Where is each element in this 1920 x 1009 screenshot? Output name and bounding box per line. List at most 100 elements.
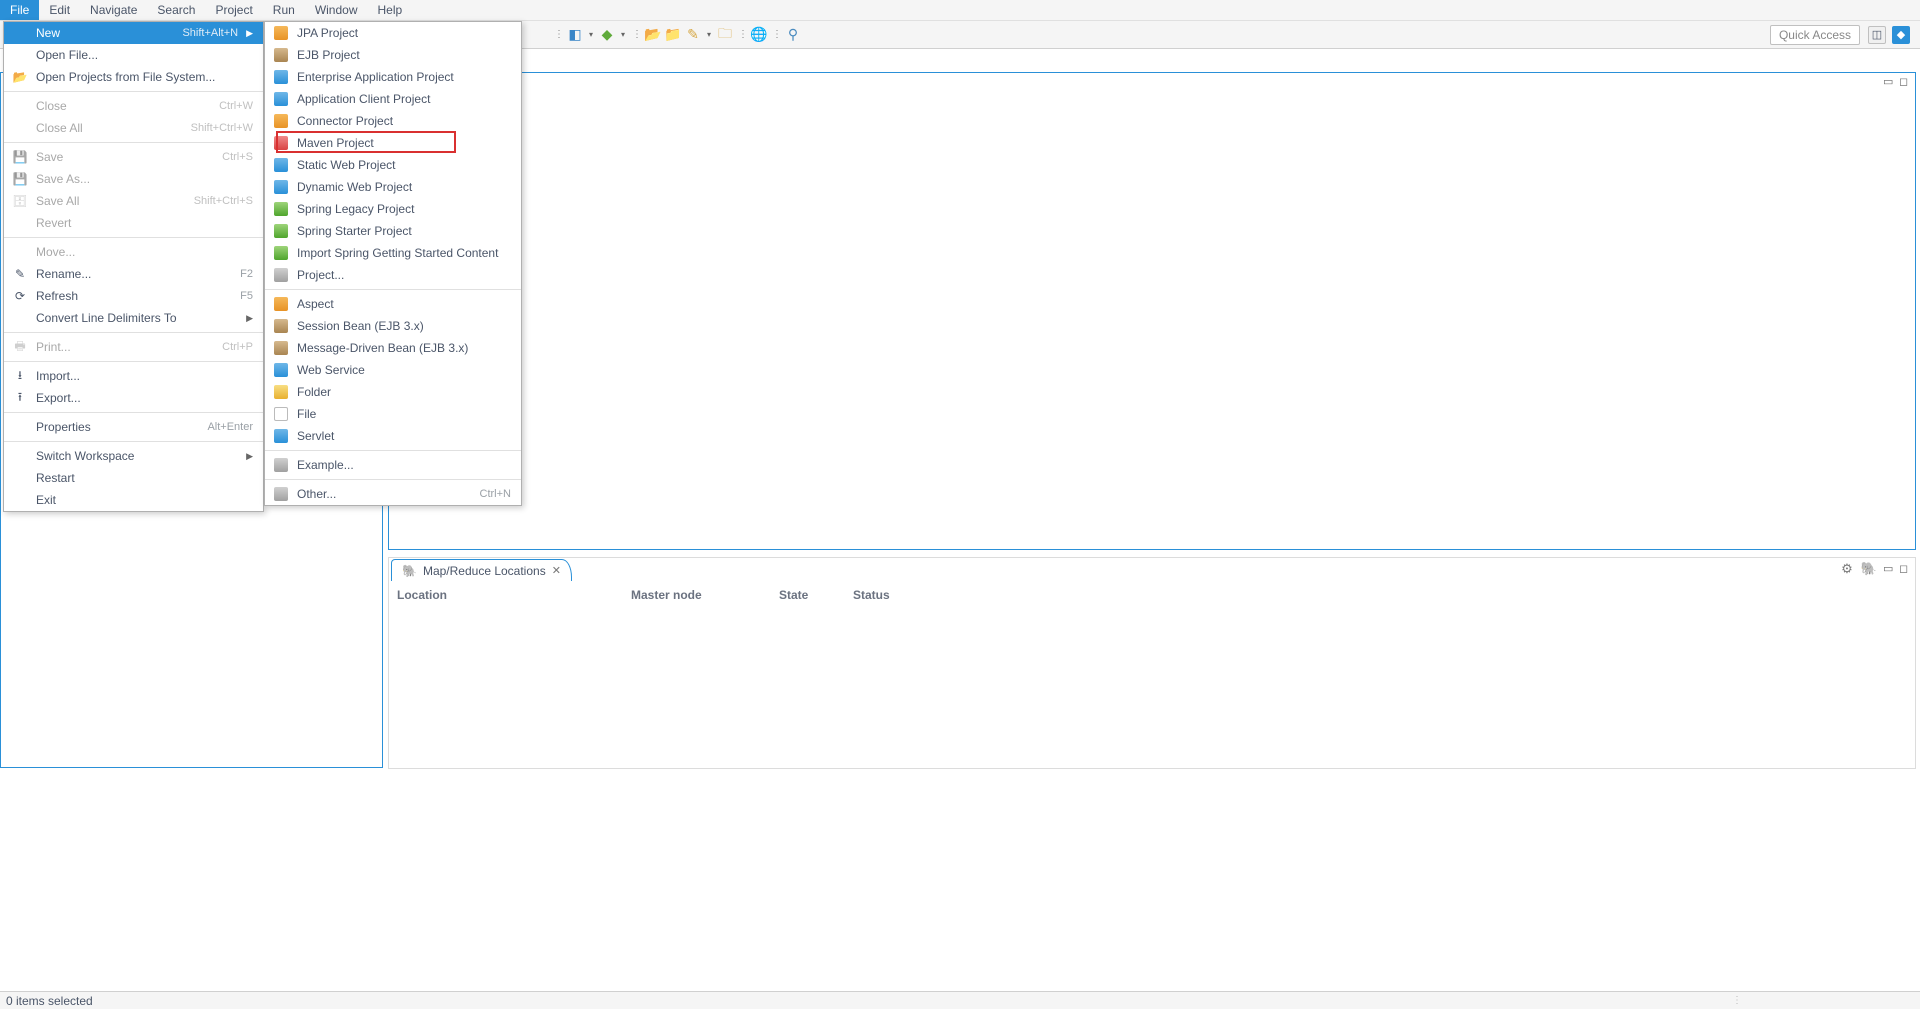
menu-item-switch-workspace[interactable]: Switch Workspace▶	[4, 445, 263, 467]
menu-item-close: CloseCtrl+W	[4, 95, 263, 117]
perspective-mapreduce-button[interactable]: ◆	[1892, 26, 1910, 44]
menu-item-maven-project[interactable]: Maven Project	[265, 132, 521, 154]
maximize-icon[interactable]: ◻	[1899, 564, 1909, 574]
project-type-icon	[273, 47, 289, 63]
menu-item-jpa-project[interactable]: JPA Project	[265, 22, 521, 44]
menu-item-label: Open File...	[36, 48, 253, 62]
perspective-button[interactable]: ◫	[1868, 26, 1886, 44]
menu-item-spring-starter-project[interactable]: Spring Starter Project	[265, 220, 521, 242]
menu-item-label: Save	[36, 150, 214, 164]
menu-item-dynamic-web-project[interactable]: Dynamic Web Project	[265, 176, 521, 198]
gear-icon[interactable]: ⚙	[1839, 561, 1855, 577]
menu-item-refresh[interactable]: ⟳RefreshF5	[4, 285, 263, 307]
dropdown-caret-icon[interactable]: ▾	[586, 30, 596, 39]
search-icon[interactable]: ⚲	[784, 26, 802, 44]
menu-item-message-driven-bean-ejb-3-x[interactable]: Message-Driven Bean (EJB 3.x)	[265, 337, 521, 359]
menu-item-other[interactable]: Other...Ctrl+N	[265, 483, 521, 505]
menu-separator	[265, 450, 521, 451]
menu-item-aspect[interactable]: Aspect	[265, 293, 521, 315]
menu-item-exit[interactable]: Exit	[4, 489, 263, 511]
blank-icon	[12, 310, 28, 326]
menu-item-application-client-project[interactable]: Application Client Project	[265, 88, 521, 110]
minimize-icon[interactable]: ▭	[1883, 564, 1893, 574]
dropdown-caret-icon[interactable]: ▾	[704, 30, 714, 39]
menu-item-label: Enterprise Application Project	[297, 70, 511, 84]
blank-icon	[12, 470, 28, 486]
dropdown-caret-icon[interactable]: ▾	[618, 30, 628, 39]
menu-item-label: Web Service	[297, 363, 511, 377]
menubar-item-navigate[interactable]: Navigate	[80, 0, 147, 20]
open-folder-icon[interactable]: 🗀	[716, 26, 734, 44]
menubar-item-run[interactable]: Run	[263, 0, 305, 20]
menubar-item-file[interactable]: File	[0, 0, 39, 20]
close-tab-icon[interactable]: ✕	[552, 564, 561, 577]
menu-item-revert: Revert	[4, 212, 263, 234]
maximize-icon[interactable]: ◻	[1899, 77, 1909, 87]
menu-item-label: Spring Starter Project	[297, 224, 511, 238]
menu-item-web-service[interactable]: Web Service	[265, 359, 521, 381]
menu-item-label: Import...	[36, 369, 253, 383]
menu-item-label: Switch Workspace	[36, 449, 238, 463]
column-master-node[interactable]: Master node	[631, 586, 779, 604]
tab-label: Map/Reduce Locations	[423, 564, 546, 578]
menu-item-properties[interactable]: PropertiesAlt+Enter	[4, 416, 263, 438]
menu-item-open-projects-from-file-system[interactable]: 📂 Open Projects from File System...	[4, 66, 263, 88]
project-type-icon	[273, 25, 289, 41]
menu-item-rename[interactable]: ✎Rename...F2	[4, 263, 263, 285]
globe-icon[interactable]: 🌐	[750, 26, 768, 44]
menubar-item-project[interactable]: Project	[205, 0, 262, 20]
menu-item-label: Rename...	[36, 267, 232, 281]
print-icon: 🖶	[12, 339, 28, 355]
menu-item-convert-line-delimiters-to[interactable]: Convert Line Delimiters To▶	[4, 307, 263, 329]
menu-item-example[interactable]: Example...	[265, 454, 521, 476]
menu-item-restart[interactable]: Restart	[4, 467, 263, 489]
column-status[interactable]: Status	[853, 586, 1907, 604]
menu-item-import-spring-getting-started-content[interactable]: Import Spring Getting Started Content	[265, 242, 521, 264]
folder-icon: 📂	[12, 69, 28, 85]
menu-item-folder[interactable]: Folder	[265, 381, 521, 403]
menubar-item-edit[interactable]: Edit	[39, 0, 80, 20]
menu-item-label: Exit	[36, 493, 253, 507]
tab-mapreduce-locations[interactable]: 🐘 Map/Reduce Locations ✕	[391, 559, 572, 581]
package-explorer-icon[interactable]: ◧	[566, 26, 584, 44]
menu-item-export[interactable]: ⭱Export...	[4, 387, 263, 409]
project-type-icon	[273, 113, 289, 129]
menu-item-ejb-project[interactable]: EJB Project	[265, 44, 521, 66]
column-location[interactable]: Location	[397, 586, 631, 604]
column-state[interactable]: State	[779, 586, 853, 604]
menu-item-servlet[interactable]: Servlet	[265, 425, 521, 447]
project-type-icon	[273, 296, 289, 312]
menu-shortcut: Ctrl+P	[222, 341, 253, 353]
wand-icon[interactable]: ✎	[684, 26, 702, 44]
menubar-item-search[interactable]: Search	[147, 0, 205, 20]
elephant-icon: 🐘	[402, 564, 417, 578]
project-type-icon	[273, 362, 289, 378]
toolbar-grip-icon: ⋮	[770, 29, 782, 40]
menu-item-session-bean-ejb-3-x[interactable]: Session Bean (EJB 3.x)	[265, 315, 521, 337]
menu-item-open-file[interactable]: Open File...	[4, 44, 263, 66]
menu-item-label: Open Projects from File System...	[36, 70, 253, 84]
menu-item-spring-legacy-project[interactable]: Spring Legacy Project	[265, 198, 521, 220]
menu-item-label: Spring Legacy Project	[297, 202, 511, 216]
menubar-item-help[interactable]: Help	[368, 0, 413, 20]
new-submenu-dropdown: JPA ProjectEJB Project Enterprise Applica…	[264, 21, 522, 506]
project-type-icon	[273, 457, 289, 473]
open-folder-icon[interactable]: 📂	[644, 26, 662, 44]
menu-item-import[interactable]: ⭳Import...	[4, 365, 263, 387]
menu-item-new[interactable]: NewShift+Alt+N▶	[4, 22, 263, 44]
menu-item-enterprise-application-project[interactable]: Enterprise Application Project	[265, 66, 521, 88]
menu-item-static-web-project[interactable]: Static Web Project	[265, 154, 521, 176]
open-folder-icon[interactable]: 📁	[664, 26, 682, 44]
menu-item-label: Maven Project	[297, 136, 511, 150]
menu-item-file[interactable]: File	[265, 403, 521, 425]
quick-access-button[interactable]: Quick Access	[1770, 25, 1860, 45]
menubar-item-window[interactable]: Window	[305, 0, 368, 20]
elephant-small-icon[interactable]: 🐘	[1861, 561, 1877, 577]
blank-icon	[12, 98, 28, 114]
file-menu-dropdown: NewShift+Alt+N▶ Open File... 📂 Open Project…	[3, 21, 264, 512]
menu-item-project[interactable]: Project...	[265, 264, 521, 286]
minimize-icon[interactable]: ▭	[1883, 77, 1893, 87]
menu-item-connector-project[interactable]: Connector Project	[265, 110, 521, 132]
refresh-icon: ⟳	[12, 288, 28, 304]
browser-icon[interactable]: ◆	[598, 26, 616, 44]
